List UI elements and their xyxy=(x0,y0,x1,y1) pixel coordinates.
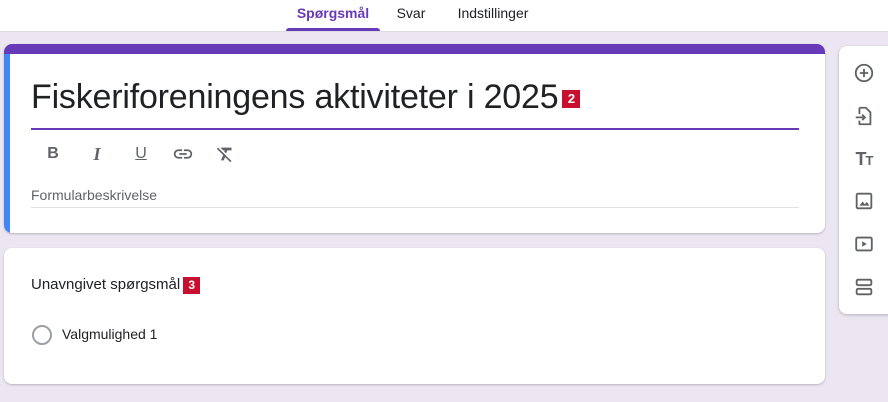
add-section-button[interactable] xyxy=(849,272,879,302)
card-focus-indicator xyxy=(4,54,10,233)
add-question-icon xyxy=(854,63,874,83)
tab-responses[interactable]: Svar xyxy=(392,0,430,31)
question-title[interactable]: Unavngivet spørgsmål 3 xyxy=(31,276,201,294)
add-question-button[interactable] xyxy=(849,58,879,88)
underline-icon: U xyxy=(135,145,147,162)
tab-settings[interactable]: Indstillinger xyxy=(449,0,537,31)
bold-button[interactable]: B xyxy=(40,141,66,167)
question-card[interactable]: Unavngivet spørgsmål 3 Valgmulighed 1 xyxy=(4,248,825,384)
import-questions-icon xyxy=(855,106,872,126)
add-video-button[interactable] xyxy=(849,229,879,259)
form-title-text[interactable]: Fiskeriforeningens aktiviteter i 2025 xyxy=(31,78,559,116)
tab-settings-label: Indstillinger xyxy=(457,5,529,21)
add-video-icon xyxy=(855,236,873,252)
italic-button[interactable]: I xyxy=(84,141,110,167)
clear-formatting-button[interactable] xyxy=(213,141,239,167)
add-section-icon xyxy=(855,278,873,296)
floating-toolbar: TT xyxy=(839,46,888,314)
link-button[interactable] xyxy=(170,141,196,167)
form-title[interactable]: Fiskeriforeningens aktiviteter i 2025 2 xyxy=(31,78,581,117)
clear-formatting-icon xyxy=(216,147,232,163)
link-icon xyxy=(173,149,193,159)
step-badge: 2 xyxy=(562,90,581,109)
italic-icon: I xyxy=(93,143,101,164)
underline-button[interactable]: U xyxy=(128,141,154,167)
add-image-icon xyxy=(855,192,873,210)
form-title-card[interactable]: Fiskeriforeningens aktiviteter i 2025 2 B… xyxy=(4,44,825,233)
card-accent-strip xyxy=(4,44,825,54)
option-label[interactable]: Valgmulighed 1 xyxy=(62,326,157,342)
step-badge: 3 xyxy=(183,276,201,294)
add-image-button[interactable] xyxy=(849,186,879,216)
form-description-input[interactable]: Formularbeskrivelse xyxy=(31,187,157,203)
description-underline xyxy=(31,207,799,208)
tab-responses-label: Svar xyxy=(396,5,426,21)
radio-option-1[interactable] xyxy=(32,325,52,345)
tab-questions-label: Spørgsmål xyxy=(296,5,370,21)
active-tab-indicator xyxy=(286,28,380,31)
bold-icon: B xyxy=(47,145,59,162)
add-title-button[interactable]: TT xyxy=(849,144,879,174)
add-title-icon: TT xyxy=(855,148,874,169)
import-questions-button[interactable] xyxy=(849,101,879,131)
top-tab-bar: Spørgsmål Svar Indstillinger xyxy=(0,0,888,32)
tab-questions[interactable]: Spørgsmål xyxy=(286,0,380,31)
question-title-text[interactable]: Unavngivet spørgsmål xyxy=(31,276,180,293)
title-underline xyxy=(31,128,799,130)
